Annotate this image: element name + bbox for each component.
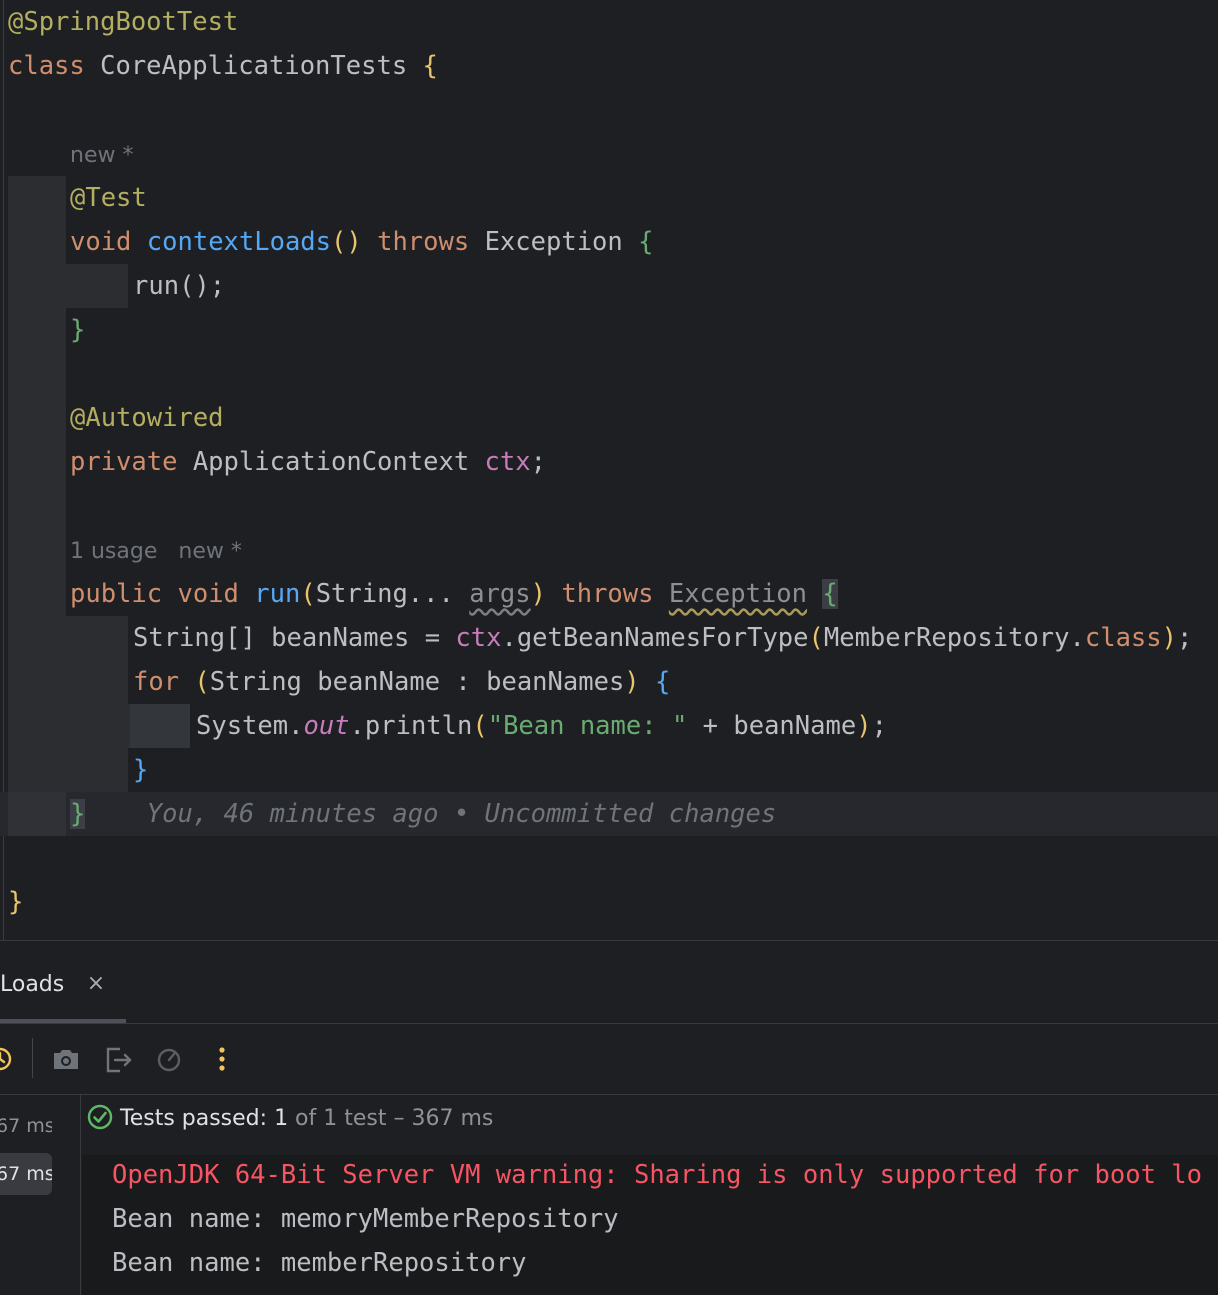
gauge-icon[interactable] [152, 1042, 186, 1076]
code-text: + beanName [687, 711, 857, 741]
run-tab-label[interactable]: Loads [0, 965, 64, 1005]
run-tab-bar: Loads × [0, 941, 1218, 1024]
test-tree-row-selected[interactable]: 67 ms [0, 1153, 52, 1195]
call-name: run [133, 271, 180, 301]
semicolon: ; [871, 711, 887, 741]
keyword-private: private [70, 447, 178, 477]
console-output[interactable]: OpenJDK 64-Bit Server VM warning: Sharin… [82, 1155, 1218, 1295]
keyword-public: public [70, 579, 163, 609]
string-literal: "Bean name: " [487, 711, 688, 741]
git-blame-annotation[interactable]: You, 46 minutes ago • Uncommitted change… [147, 799, 776, 829]
param-type: String... [315, 579, 454, 609]
annotation-test[interactable]: @Test [70, 176, 147, 220]
semicolon: ; [530, 447, 546, 477]
paren: ( [808, 623, 824, 653]
console-line: Bean name: memberRepository [112, 1248, 527, 1278]
indent-guide-block [66, 616, 128, 792]
test-tree-row[interactable]: 67 ms [0, 1105, 52, 1147]
brace: { [655, 667, 671, 697]
keyword-for: for [133, 667, 180, 697]
exception-type: Exception [484, 227, 623, 257]
field-declaration[interactable]: private ApplicationContext ctx; [70, 440, 546, 484]
inlay-hint-usages[interactable]: 1 usage new * [70, 537, 242, 567]
keyword-class: class [1084, 623, 1162, 653]
code-text: MemberRepository. [823, 623, 1085, 653]
run-call[interactable]: run(); [133, 264, 225, 308]
brace: { [638, 227, 654, 257]
more-icon[interactable] [205, 1042, 239, 1076]
paren: ) [1161, 623, 1177, 653]
status-prefix: Tests passed: [120, 1106, 275, 1131]
console-line-warning: OpenJDK 64-Bit Server VM warning: Sharin… [112, 1160, 1203, 1190]
method-contextloads[interactable]: void contextLoads() throws Exception { [70, 220, 653, 264]
semicolon: ; [1177, 623, 1193, 653]
for-loop[interactable]: for (String beanName : beanNames) { [133, 660, 670, 704]
redundant-exception: Exception [668, 579, 808, 609]
println-statement[interactable]: System.out.println("Bean name: " + beanN… [196, 704, 887, 748]
beannames-declaration[interactable]: String[] beanNames = ctx.getBeanNamesFor… [133, 616, 1192, 660]
history-icon[interactable] [0, 1042, 17, 1076]
author-hint[interactable]: new * [178, 539, 241, 564]
field-type: ApplicationContext [192, 447, 470, 477]
field-name: ctx [484, 447, 531, 477]
paren: ( [472, 711, 488, 741]
method-run[interactable]: public void run(String... args) throws E… [70, 572, 838, 616]
annotation-springboottest[interactable]: @SpringBootTest [8, 0, 238, 44]
code-text: String beanName : beanNames [209, 667, 625, 697]
indent-guide-block [66, 264, 128, 308]
code-editor[interactable]: @SpringBootTest class CoreApplicationTes… [0, 0, 1218, 940]
test-status: Tests passed: 1 of 1 test – 367 ms [86, 1097, 493, 1141]
closing-brace-line[interactable]: } You, 46 minutes ago • Uncommitted chan… [70, 792, 776, 836]
code-text: .getBeanNamesForType [501, 623, 809, 653]
changed-lines-marker [8, 176, 66, 836]
toolbar-separator [32, 1038, 33, 1078]
usage-count-hint[interactable]: 1 usage [70, 539, 157, 564]
closing-brace: } [70, 315, 86, 345]
static-field-out: out [303, 711, 350, 741]
class-name: CoreApplicationTests [100, 51, 408, 81]
active-tab-indicator [0, 1019, 126, 1023]
test-tree: 67 ms 67 ms [0, 1095, 81, 1295]
method-name: run [254, 579, 301, 609]
annotation-autowired[interactable]: @Autowired [70, 396, 224, 440]
class-closing-brace: } [8, 887, 24, 917]
call-args: (); [179, 271, 226, 301]
code-text: String[] beanNames = [133, 623, 456, 653]
matched-brace: { [822, 579, 838, 609]
keyword-throws: throws [377, 227, 470, 257]
code-text: System. [196, 711, 304, 741]
changed-lines-marker [8, 792, 66, 836]
paren: ( [194, 667, 210, 697]
code-text: .println [349, 711, 473, 741]
close-icon[interactable]: × [86, 969, 106, 999]
check-circle-icon [87, 1104, 113, 1130]
keyword-void: void [70, 227, 132, 257]
method-name: contextLoads [146, 227, 332, 257]
passed-count: 1 [274, 1106, 289, 1131]
keyword-class: class [8, 51, 85, 81]
closing-brace: } [133, 755, 149, 785]
class-declaration[interactable]: class CoreApplicationTests { [8, 44, 438, 88]
unused-param-args: args [469, 579, 531, 609]
field-ref: ctx [455, 623, 502, 653]
brace: { [422, 51, 438, 81]
exit-icon[interactable] [101, 1042, 135, 1076]
paren: ) [624, 667, 640, 697]
caret-line-highlight [128, 704, 130, 748]
keyword-void: void [177, 579, 239, 609]
paren: ( [300, 579, 316, 609]
console-line: Bean name: memoryMemberRepository [112, 1204, 619, 1234]
paren: ) [856, 711, 872, 741]
camera-icon[interactable] [49, 1042, 83, 1076]
inlay-hint-author[interactable]: new * [70, 141, 133, 171]
parens: () [331, 227, 362, 257]
paren: ) [530, 579, 546, 609]
status-suffix: of 1 test – 367 ms [288, 1106, 494, 1131]
keyword-throws: throws [561, 579, 654, 609]
matched-brace: } [70, 799, 86, 829]
run-tool-window: Loads × 67 ms 67 ms Tests passed: 1 of 1… [0, 940, 1218, 1295]
run-toolbar [0, 1024, 1218, 1095]
indent-guide-block [130, 704, 190, 748]
